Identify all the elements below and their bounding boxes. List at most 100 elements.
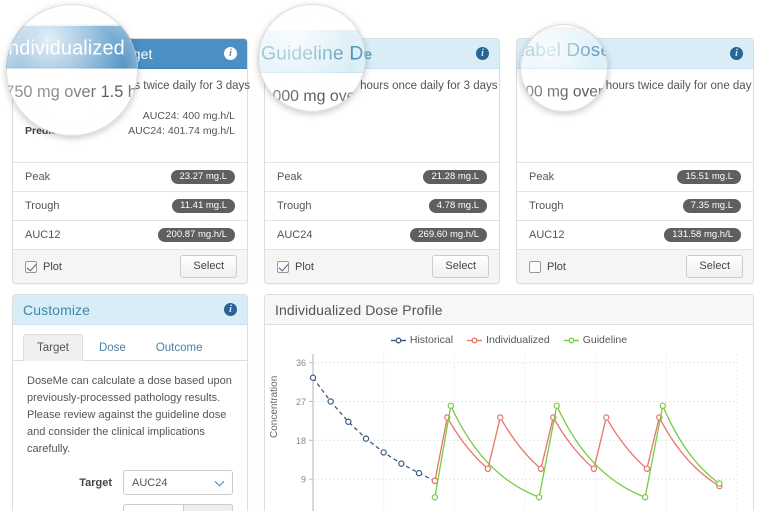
stat-badge: 21.28 mg.L: [423, 169, 487, 185]
auc24-input[interactable]: 400: [123, 504, 183, 511]
legend-marker-guideline: [563, 337, 579, 343]
legend-label-guideline: Guideline: [582, 334, 628, 346]
stat-badge: 7.35 mg.L: [682, 198, 741, 214]
stat-key: AUC12: [529, 229, 565, 241]
select-button[interactable]: Select: [180, 255, 237, 278]
customize-tabs: Target Dose Outcome: [13, 325, 247, 361]
dose-card-footer: Plot Select: [13, 249, 247, 283]
target-label: Target:: [25, 109, 60, 122]
stat-badge: 4.78 mg.L: [428, 198, 487, 214]
target-value: AUC24: 400 mg.h/L: [142, 109, 235, 122]
dose-card-individualized-target: Individualized Target i 750 mg over 1.5 …: [12, 38, 251, 284]
info-icon[interactable]: i: [224, 303, 237, 316]
customize-title: Customize: [23, 301, 91, 318]
legend-marker-individualized: [467, 337, 483, 343]
legend-label-individualized: Individualized: [486, 334, 550, 346]
field-auc24: AUC24 400 mg.h/L: [27, 504, 233, 511]
dose-card-footer: Plot Select: [517, 249, 753, 283]
customize-body: DoseMe can calculate a dose based upon p…: [13, 361, 247, 511]
stat-row: AUC24 269.60 mg.h/L: [265, 220, 499, 249]
dose-regimen-text: 500 mg over 1 hours twice daily for one …: [529, 80, 752, 92]
stat-row: Peak 21.28 mg.L: [265, 162, 499, 191]
customize-description: DoseMe can calculate a dose based upon p…: [27, 375, 232, 456]
tab-outcome[interactable]: Outcome: [142, 334, 217, 361]
stat-row: Trough 11.41 mg.L: [13, 191, 247, 220]
legend-item-historical[interactable]: Historical: [390, 334, 454, 346]
info-icon[interactable]: i: [730, 47, 743, 60]
dose-card-title: Guideline Dose: [275, 45, 373, 62]
svg-text:9: 9: [301, 475, 306, 485]
plot-checkbox[interactable]: [25, 260, 37, 273]
plot-checkbox-wrap[interactable]: Plot: [529, 260, 566, 273]
chart-legend: Historical Individualized Guideline: [265, 325, 753, 346]
stat-key: Trough: [277, 200, 312, 212]
dose-card-label-dose: Label Dose i 500 mg over 1 hours twice d…: [516, 38, 754, 284]
stat-key: AUC12: [25, 229, 61, 241]
svg-text:27: 27: [296, 397, 306, 407]
series-historical: [309, 374, 439, 485]
stat-key: Peak: [25, 171, 51, 183]
chart-svg[interactable]: 9 18 27 36: [265, 346, 755, 511]
chart-header: Individualized Dose Profile: [265, 295, 753, 325]
plot-label: Plot: [295, 260, 314, 273]
dose-card-guideline-dose: Guideline Dose i 1000 mg over 2 hours on…: [264, 38, 500, 284]
stat-row: Peak 15.51 mg.L: [517, 162, 753, 191]
predicted-row: Predicted: AUC24: 401.74 mg.h/L: [25, 124, 235, 139]
app-root: Individualized Target i 750 mg over 1.5 …: [0, 0, 768, 511]
stat-row: AUC12 131.58 mg.h/L: [517, 220, 753, 249]
chart-panel: Individualized Dose Profile Historical I…: [264, 294, 754, 511]
dose-card-title: Label Dose: [527, 45, 599, 62]
dose-regimen-text: 750 mg over 1.5 hours twice daily for 3 …: [25, 80, 251, 92]
predicted-value: AUC24: 401.74 mg.h/L: [128, 124, 235, 137]
stat-badge: 11.41 mg.L: [172, 198, 235, 214]
customize-header: Customize i: [13, 295, 247, 325]
tab-target[interactable]: Target: [23, 334, 83, 361]
stat-key: Trough: [529, 200, 564, 212]
dose-card-title: Individualized Target: [23, 45, 153, 62]
dose-card-body: 750 mg over 1.5 hours twice daily for 3 …: [13, 69, 251, 147]
svg-text:36: 36: [296, 358, 306, 368]
dose-card-footer: Plot Select: [265, 249, 499, 283]
stat-key: Peak: [277, 171, 303, 183]
chart-plot-area: Concentration 9 18 27 36: [265, 346, 753, 511]
series-individualized: [431, 414, 723, 490]
stat-key: Peak: [529, 171, 555, 183]
stat-row: Trough 7.35 mg.L: [517, 191, 753, 220]
stat-row: Peak 23.27 mg.L: [13, 162, 247, 191]
stat-badge: 131.58 mg.h/L: [664, 227, 741, 243]
field-label: Target: [79, 476, 112, 489]
select-button[interactable]: Select: [686, 255, 743, 278]
plot-label: Plot: [547, 260, 566, 273]
dose-card-header: Label Dose i: [517, 39, 753, 69]
stat-row: AUC12 200.87 mg.h/L: [13, 220, 247, 249]
plot-checkbox-wrap[interactable]: Plot: [25, 260, 62, 273]
target-select[interactable]: AUC24: [123, 470, 233, 496]
legend-marker-historical: [390, 337, 406, 343]
legend-item-individualized[interactable]: Individualized: [467, 334, 550, 346]
legend-label-historical: Historical: [409, 334, 454, 346]
plot-checkbox[interactable]: [529, 260, 541, 273]
dose-card-header: Guideline Dose i: [265, 39, 499, 69]
svg-text:18: 18: [296, 436, 306, 446]
stat-row: Trough 4.78 mg.L: [265, 191, 499, 220]
info-icon[interactable]: i: [224, 47, 237, 60]
plot-checkbox[interactable]: [277, 260, 289, 273]
target-row: Target: AUC24: 400 mg.h/L: [25, 109, 235, 124]
dose-card-body: 500 mg over 1 hours twice daily for one …: [517, 69, 753, 117]
field-target: Target AUC24: [27, 470, 233, 496]
dose-regimen-text: 1000 mg over 2 hours once daily for 3 da…: [277, 80, 498, 92]
plot-checkbox-wrap[interactable]: Plot: [277, 260, 314, 273]
select-button[interactable]: Select: [432, 255, 489, 278]
stat-badge: 269.60 mg.h/L: [410, 227, 487, 243]
stat-key: Trough: [25, 200, 60, 212]
stat-badge: 200.87 mg.h/L: [158, 227, 235, 243]
stat-badge: 15.51 mg.L: [677, 169, 741, 185]
dose-card-header: Individualized Target i: [13, 39, 247, 69]
predicted-label: Predicted:: [25, 124, 77, 137]
tab-dose[interactable]: Dose: [85, 334, 140, 361]
auc24-unit: mg.h/L: [183, 504, 233, 511]
legend-item-guideline[interactable]: Guideline: [563, 334, 628, 346]
chart-title: Individualized Dose Profile: [275, 301, 443, 318]
target-select-value: AUC24: [132, 476, 168, 489]
info-icon[interactable]: i: [476, 47, 489, 60]
